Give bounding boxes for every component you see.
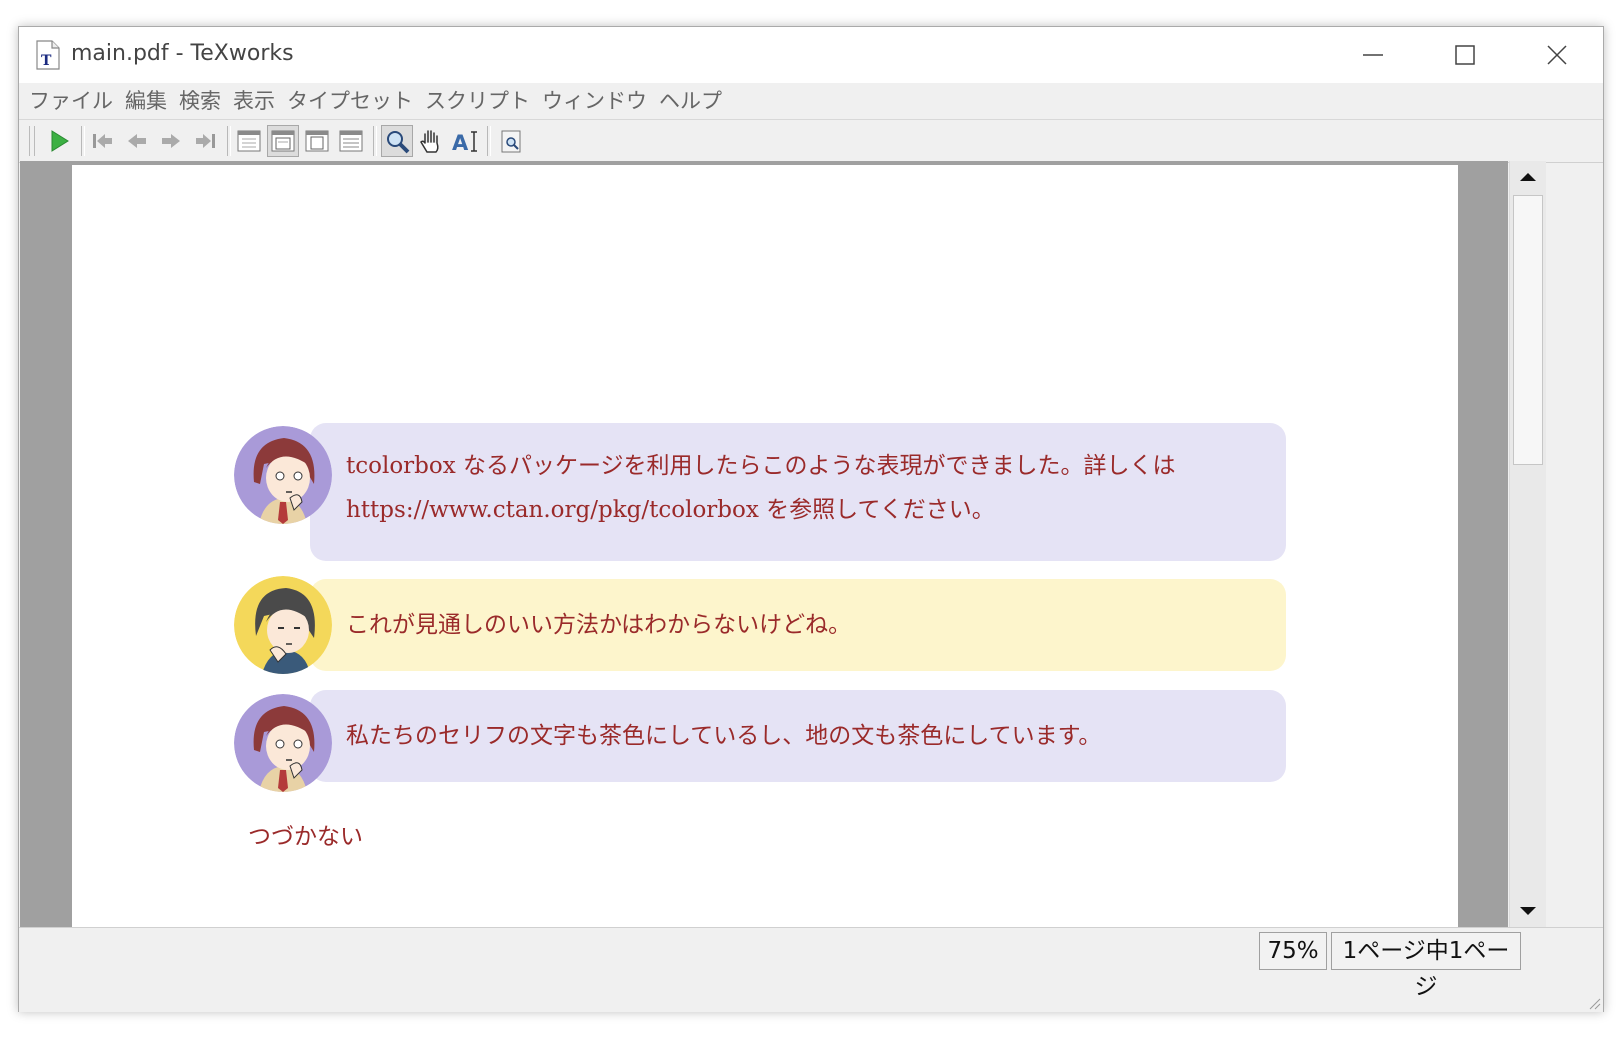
toolbar-separator xyxy=(81,126,85,156)
red-haired-girl-avatar xyxy=(234,426,332,524)
fit-width-button[interactable] xyxy=(267,125,299,157)
find-icon xyxy=(501,130,521,153)
down-arrow-icon xyxy=(1520,907,1536,915)
dark-haired-boy-avatar xyxy=(234,576,332,674)
resize-grip-icon[interactable] xyxy=(1587,996,1601,1010)
menu-file[interactable]: ファイル xyxy=(23,83,119,119)
select-text-icon: A xyxy=(452,131,477,155)
find-button[interactable] xyxy=(495,125,527,157)
magnify-icon xyxy=(387,131,410,154)
fit-page-icon xyxy=(305,130,329,152)
toolbar-grip[interactable] xyxy=(29,126,35,156)
message-text: 私たちのセリフの文字も茶色にしているし、地の文も茶色にしています。 xyxy=(346,723,1102,749)
typeset-button[interactable] xyxy=(43,125,75,157)
hand-tool-icon xyxy=(420,130,439,153)
red-haired-girl-avatar xyxy=(234,694,332,792)
up-arrow-icon xyxy=(1520,173,1536,181)
menu-view[interactable]: 表示 xyxy=(227,83,281,119)
chat-message: tcolorbox なるパッケージを利用したらこのような表現ができました。詳しく… xyxy=(234,423,1286,561)
message-line: https://www.ctan.org/pkg/tcolorbox を参照して… xyxy=(346,497,995,523)
vertical-scrollbar[interactable] xyxy=(1509,161,1546,927)
toolbar: A xyxy=(19,119,1603,163)
fit-content-button[interactable] xyxy=(335,125,367,157)
last-page-button[interactable] xyxy=(189,125,221,157)
previous-page-button[interactable] xyxy=(121,125,153,157)
actual-size-icon xyxy=(237,130,261,152)
fit-width-icon xyxy=(271,130,295,152)
pdf-page: tcolorbox なるパッケージを利用したらこのような表現ができました。詳しく… xyxy=(72,165,1458,927)
texworks-window: T main.pdf - TeXworks ファイル 編集 検索 表示 タイプセ… xyxy=(18,26,1604,1012)
window-title: main.pdf - TeXworks xyxy=(71,41,294,66)
scroll-down-button[interactable] xyxy=(1510,895,1546,927)
menu-edit[interactable]: 編集 xyxy=(119,83,173,119)
svg-text:A: A xyxy=(452,131,469,155)
speech-bubble: 私たちのセリフの文字も茶色にしているし、地の文も茶色にしています。 xyxy=(310,690,1286,782)
maximize-button[interactable] xyxy=(1419,27,1511,83)
fit-content-icon xyxy=(339,130,363,152)
status-bar: 75% 1ページ中1ページ xyxy=(19,927,1603,1012)
scroll-up-button[interactable] xyxy=(1510,161,1546,193)
fit-page-button[interactable] xyxy=(301,125,333,157)
body-text: つづかない xyxy=(248,824,363,850)
menu-bar: ファイル 編集 検索 表示 タイプセット スクリプト ウィンドウ ヘルプ xyxy=(19,83,1603,119)
message-line: tcolorbox なるパッケージを利用したらこのような表現ができました。詳しく… xyxy=(346,453,1176,479)
pdf-viewport[interactable]: tcolorbox なるパッケージを利用したらこのような表現ができました。詳しく… xyxy=(20,161,1508,927)
toolbar-separator xyxy=(227,126,231,156)
close-button[interactable] xyxy=(1511,27,1603,83)
svg-text:T: T xyxy=(41,53,52,69)
next-page-button[interactable] xyxy=(155,125,187,157)
select-text-button[interactable]: A xyxy=(449,125,481,157)
hand-tool-button[interactable] xyxy=(415,125,447,157)
chat-message: 私たちのセリフの文字も茶色にしているし、地の文も茶色にしています。 xyxy=(234,690,1286,792)
tex-document-icon: T xyxy=(35,40,61,70)
zoom-level[interactable]: 75% xyxy=(1259,932,1327,970)
first-page-button[interactable] xyxy=(87,125,119,157)
menu-search[interactable]: 検索 xyxy=(173,83,227,119)
title-bar: T main.pdf - TeXworks xyxy=(19,27,1603,83)
page-indicator[interactable]: 1ページ中1ページ xyxy=(1331,932,1521,1000)
speech-bubble: tcolorbox なるパッケージを利用したらこのような表現ができました。詳しく… xyxy=(310,423,1286,561)
menu-typeset[interactable]: タイプセット xyxy=(281,83,419,119)
magnify-button[interactable] xyxy=(381,125,413,157)
message-text: これが見通しのいい方法かはわからないけどね。 xyxy=(346,612,852,638)
last-page-icon xyxy=(196,134,215,148)
speech-bubble: これが見通しのいい方法かはわからないけどね。 xyxy=(310,579,1286,671)
actual-size-button[interactable] xyxy=(233,125,265,157)
scrollbar-thumb[interactable] xyxy=(1513,195,1543,465)
minimize-button[interactable] xyxy=(1327,27,1419,83)
chat-message: これが見通しのいい方法かはわからないけどね。 xyxy=(234,576,1286,674)
previous-page-icon xyxy=(128,134,146,148)
next-page-icon xyxy=(162,134,180,148)
menu-window[interactable]: ウィンドウ xyxy=(536,83,653,119)
menu-help[interactable]: ヘルプ xyxy=(653,83,728,119)
menu-scripts[interactable]: スクリプト xyxy=(419,83,536,119)
typeset-play-icon xyxy=(51,130,69,152)
first-page-icon xyxy=(93,134,112,148)
toolbar-separator xyxy=(373,126,377,156)
toolbar-separator xyxy=(487,126,491,156)
